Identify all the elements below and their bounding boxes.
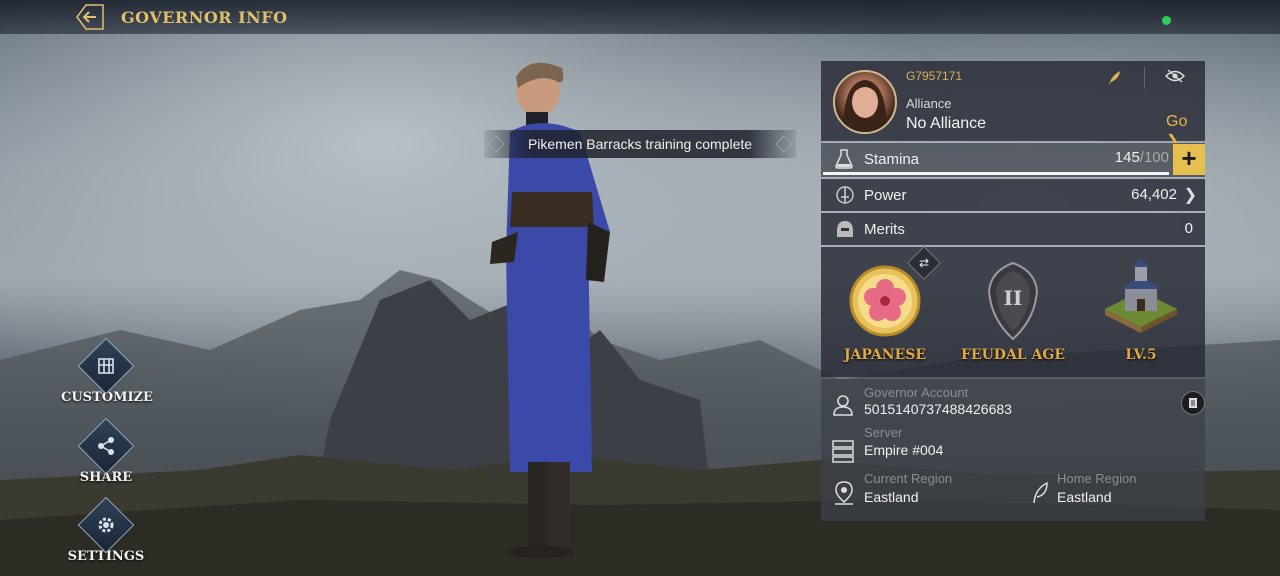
svg-text:II: II [1004,286,1023,310]
player-id: G7957171 [906,69,963,83]
account-value: 5015140737488426683 [864,401,1012,417]
portrait-image [843,80,887,132]
server-icon [832,440,854,463]
city-level-label: LV.5 [1125,347,1157,363]
server-label: Server [864,425,903,440]
account-row: Governor Account 5015140737488426683 [821,379,1205,431]
hide-eye-icon[interactable] [1165,69,1185,88]
map-pin-icon [835,481,853,505]
go-label: Go [1166,113,1188,130]
online-status-dot [1162,16,1171,25]
notification-toast: Pikemen Barracks training complete [484,130,796,158]
back-button[interactable] [76,4,104,30]
power-row[interactable]: Power 64,402 ❯ [821,179,1205,211]
stamina-bar [823,172,1169,175]
gear-icon [77,496,135,554]
power-sword-icon [836,186,854,204]
alliance-value: No Alliance [906,115,987,132]
merits-value: 0 [1184,220,1193,237]
merits-helmet-icon [837,221,853,237]
stamina-current: 145 [1114,149,1140,166]
copy-account-button[interactable] [1181,391,1205,415]
share-button[interactable]: SHARE [61,417,151,485]
merits-row: Merits 0 [821,213,1205,245]
back-arrow-icon [76,4,104,30]
home-region-value: Eastland [1057,489,1112,505]
age-shield-icon: II [987,261,1039,341]
current-region-value: Eastland [864,489,919,505]
city-level-badge[interactable]: LV.5 [1081,247,1201,377]
customize-button[interactable]: CUSTOMIZE [61,337,153,405]
toast-text: Pikemen Barracks training complete [527,136,753,152]
badges-row: ⇄ JAPANESE II FEUDAL AGE LV.5 [821,246,1205,377]
copy-icon [1189,398,1197,408]
swap-icon: ⇄ [918,256,930,270]
customize-icon [77,337,135,395]
share-icon [77,417,135,475]
rename-feather-icon[interactable] [1107,70,1121,91]
server-value: Empire #004 [864,442,944,458]
home-region-label: Home Region [1057,471,1137,486]
stamina-row: Stamina 145/100 [821,143,1205,177]
divider [1144,67,1145,89]
server-row: Server Empire #004 [821,425,1205,475]
civilization-badge[interactable]: ⇄ JAPANESE [825,246,945,377]
home-leaf-icon [1033,481,1048,504]
age-badge[interactable]: II FEUDAL AGE [953,247,1073,377]
top-bar: GOVERNOR INFO [0,0,1280,34]
avatar[interactable] [833,70,897,134]
civilization-label: JAPANESE [843,347,927,363]
page-title: GOVERNOR INFO [121,8,288,27]
stamina-flask-icon [835,149,853,169]
alliance-label: Alliance [906,96,952,111]
add-stamina-button[interactable]: + [1173,144,1205,175]
user-icon [833,395,853,416]
age-label: FEUDAL AGE [960,347,1066,363]
stamina-bar-fill [823,172,1169,175]
power-value: 64,402 [1131,186,1177,203]
castle-icon [1105,259,1177,333]
merits-label: Merits [864,221,905,238]
account-label: Governor Account [864,385,969,400]
profile-header: G7957171 Alliance No Alliance Go ❯ [821,61,1205,150]
current-region-label: Current Region [864,471,953,486]
chevron-right-icon[interactable]: ❯ [1184,185,1197,205]
power-label: Power [864,187,907,204]
region-row: Current Region Eastland Home Region East… [821,471,1205,521]
stamina-value: 145/100 [1115,149,1169,166]
stamina-label: Stamina [864,151,920,168]
stamina-max: /100 [1139,149,1169,166]
settings-button[interactable]: SETTINGS [61,496,151,564]
